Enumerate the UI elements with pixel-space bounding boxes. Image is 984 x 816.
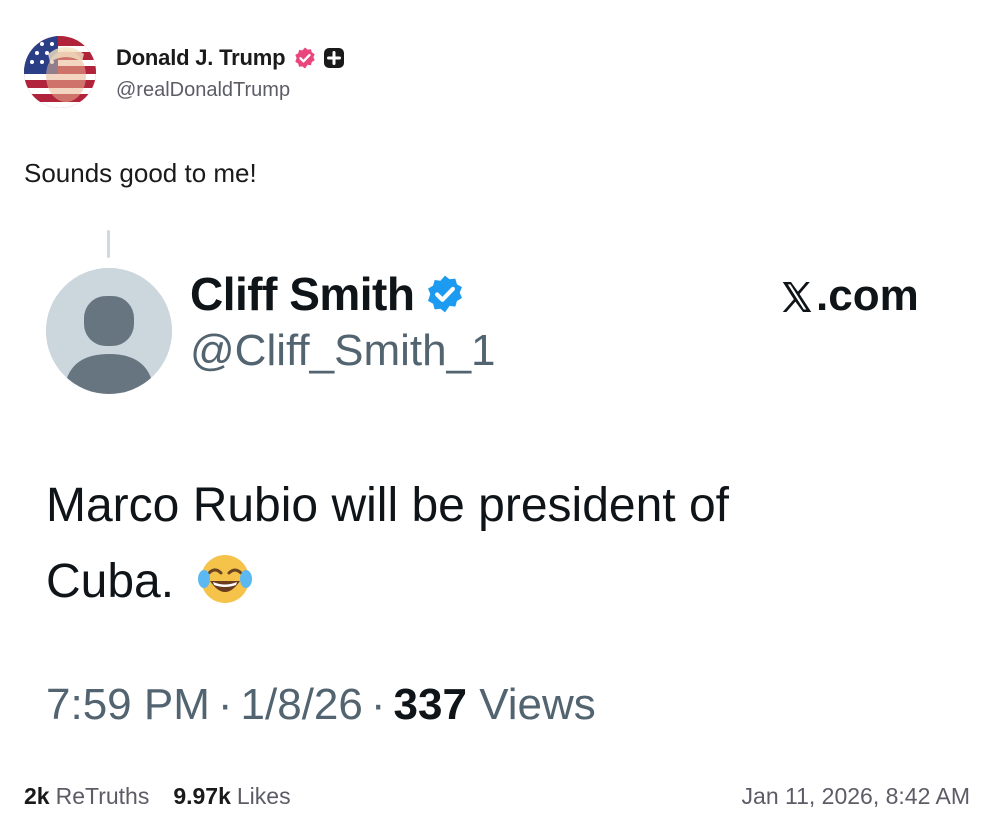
face-with-tears-of-joy-icon [197,551,253,607]
embed-author-name: Cliff Smith [190,268,415,320]
likes-stat[interactable]: 9.97k Likes [173,783,290,810]
retruths-count: 2k [24,782,50,809]
embed-date: 1/8/26 [240,680,363,729]
embed-meta: 7:59 PM · 1/8/26 · 337 Views [46,680,596,730]
likes-label: Likes [236,782,291,809]
embed-author-handle: @Cliff_Smith_1 [190,326,496,375]
author-info: Donald J. Trump @realDonaldTrump [116,43,345,102]
plus-badge-icon [323,47,345,69]
verified-badge-icon [424,273,466,315]
author-name[interactable]: Donald J. Trump [116,45,286,71]
embed-name-line: Cliff Smith [190,266,466,322]
embedded-post[interactable]: Cliff Smith @Cliff_Smith_1 .com Marco Ru… [0,222,984,752]
embed-views-count: 337 [393,680,467,729]
post-timestamp[interactable]: Jan 11, 2026, 8:42 AM [742,783,970,810]
author-handle[interactable]: @realDonaldTrump [116,79,345,102]
x-brand-domain: .com [816,271,919,320]
author-avatar[interactable] [24,36,96,108]
embed-time: 7:59 PM [46,680,210,729]
post-header: Donald J. Trump @realDonaldTrump [24,36,345,108]
verified-badge-icon [293,46,317,70]
separator-dot: · [370,680,386,729]
embed-body: Marco Rubio will be president of Cuba. [46,468,846,620]
separator-dot: · [217,680,233,729]
post-text: Sounds good to me! [24,158,257,188]
thread-line [107,230,110,258]
embed-avatar [46,268,172,394]
embed-views-label: Views [479,680,596,729]
post-footer: 2k ReTruths 9.97k Likes Jan 11, 2026, 8:… [24,780,970,812]
author-name-line: Donald J. Trump [116,43,345,73]
x-logo-icon [778,277,816,315]
x-brand: .com [778,268,919,324]
retruths-label: ReTruths [55,782,150,809]
embed-body-text: Marco Rubio will be president of Cuba. [46,479,729,608]
retruths-stat[interactable]: 2k ReTruths [24,783,149,810]
likes-count: 9.97k [173,782,231,809]
